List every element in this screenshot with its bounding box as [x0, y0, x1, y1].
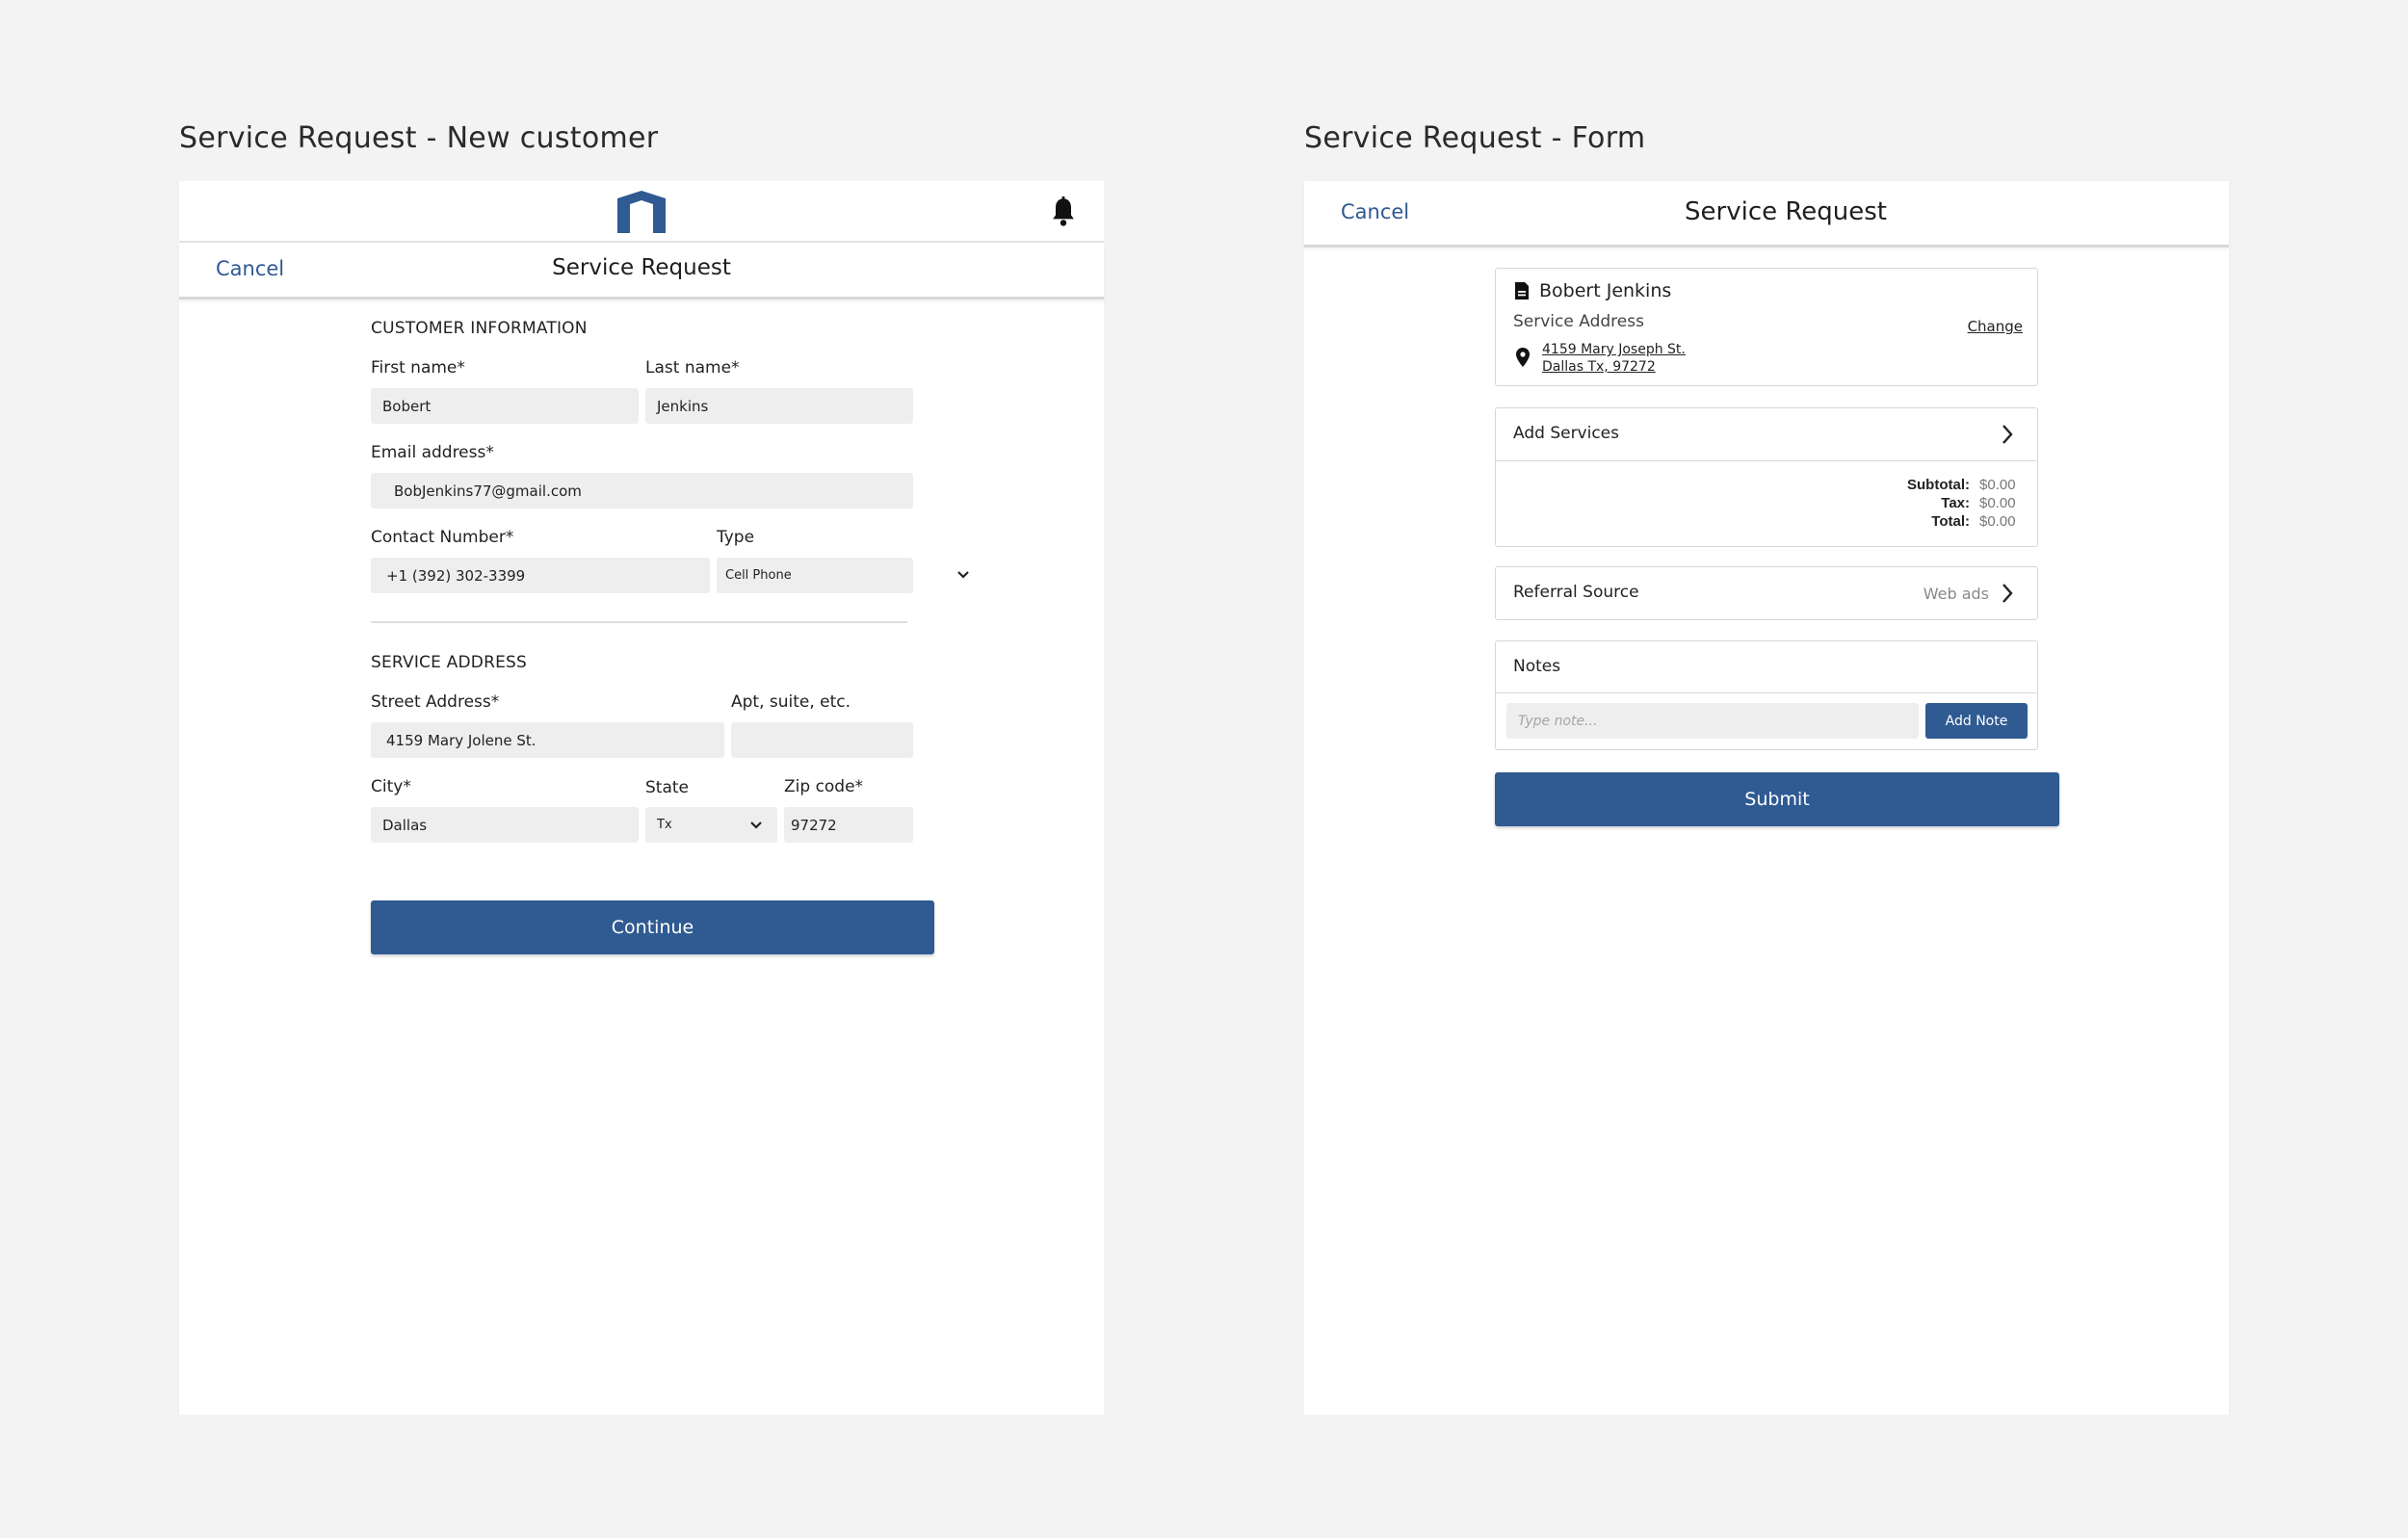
frame-title-new-customer: Service Request - New customer [179, 121, 659, 155]
notes-header: Notes [1496, 641, 2036, 693]
address-line-2: Dallas Tx, 97272 [1542, 359, 1656, 375]
nav-bar: Cancel Service Request [1304, 181, 2229, 248]
cancel-button[interactable]: Cancel [1341, 200, 1409, 223]
page-title: Service Request [552, 255, 731, 280]
service-address-label: Service Address [1513, 312, 1644, 331]
zip-code-label: Zip code* [784, 777, 864, 796]
contact-number-label: Contact Number* [371, 528, 514, 547]
apt-suite-label: Apt, suite, etc. [731, 692, 851, 712]
add-services-label: Add Services [1513, 424, 1620, 443]
first-name-label: First name* [371, 358, 465, 378]
note-input[interactable]: Type note... [1506, 703, 1919, 739]
city-field[interactable]: Dallas [371, 807, 639, 843]
total-value: $0.00 [1979, 513, 2016, 530]
phone-type-label: Type [717, 528, 755, 547]
referral-source-label: Referral Source [1513, 583, 1639, 602]
chevron-right-icon [2002, 584, 2013, 603]
service-address-link[interactable]: 4159 Mary Joseph St. Dallas Tx, 97272 [1542, 341, 1686, 376]
section-divider [371, 621, 907, 623]
last-name-label: Last name* [645, 358, 740, 378]
email-field[interactable]: BobJenkins77@gmail.com [371, 473, 913, 508]
phone-type-select[interactable]: Cell Phone [717, 558, 913, 593]
total-label: Total: [1931, 513, 1970, 530]
chevron-down-icon[interactable] [956, 570, 970, 580]
page-title: Service Request [1685, 197, 1887, 226]
frame-title-form: Service Request - Form [1304, 121, 1646, 155]
customer-name: Bobert Jenkins [1539, 280, 1672, 301]
contact-number-field[interactable]: +1 (392) 302-3399 [371, 558, 710, 593]
totals-block: Subtotal: $0.00 Tax: $0.00 Total: $0.00 [1731, 476, 2020, 531]
email-label: Email address* [371, 443, 494, 462]
chevron-down-icon[interactable] [749, 821, 763, 830]
referral-source-row[interactable]: Referral Source Web ads [1495, 566, 2038, 620]
service-request-form-screen: Cancel Service Request Bobert Jenkins Se… [1304, 181, 2229, 1415]
customer-information-heading: CUSTOMER INFORMATION [371, 319, 588, 338]
add-note-button[interactable]: Add Note [1925, 703, 2028, 739]
notes-label: Notes [1513, 657, 1561, 676]
customer-card: Bobert Jenkins Service Address Change 41… [1495, 268, 2038, 386]
chevron-right-icon [2002, 425, 2013, 444]
first-name-field[interactable]: Bobert [371, 388, 639, 424]
change-address-link[interactable]: Change [1968, 318, 2023, 335]
add-services-row[interactable]: Add Services [1496, 408, 2036, 461]
bell-icon[interactable] [1050, 196, 1077, 227]
referral-source-value: Web ads [1923, 585, 1989, 603]
new-customer-screen: Cancel Service Request CUSTOMER INFORMAT… [179, 181, 1104, 1415]
subtotal-value: $0.00 [1979, 477, 2016, 493]
street-address-label: Street Address* [371, 692, 500, 712]
service-address-heading: SERVICE ADDRESS [371, 653, 528, 672]
services-card: Add Services Subtotal: $0.00 Tax: $0.00 To… [1495, 407, 2038, 547]
street-address-field[interactable]: 4159 Mary Jolene St. [371, 722, 724, 758]
brand-logo-icon[interactable] [617, 191, 666, 233]
state-label: State [645, 778, 689, 797]
tax-label: Tax: [1941, 495, 1970, 511]
document-icon [1515, 282, 1529, 300]
submit-button[interactable]: Submit [1495, 772, 2059, 826]
last-name-field[interactable]: Jenkins [645, 388, 913, 424]
address-line-1: 4159 Mary Joseph St. [1542, 342, 1686, 357]
nav-bar: Cancel Service Request [179, 243, 1104, 300]
continue-button[interactable]: Continue [371, 900, 934, 954]
location-pin-icon [1516, 348, 1530, 367]
city-label: City* [371, 777, 411, 796]
apt-suite-field[interactable] [731, 722, 913, 758]
tax-value: $0.00 [1979, 495, 2016, 511]
subtotal-label: Subtotal: [1907, 477, 1970, 493]
zip-code-field[interactable]: 97272 [784, 807, 913, 843]
state-value: Tx [657, 818, 672, 832]
app-header [179, 181, 1104, 243]
notes-card: Notes Type note... Add Note [1495, 640, 2038, 750]
